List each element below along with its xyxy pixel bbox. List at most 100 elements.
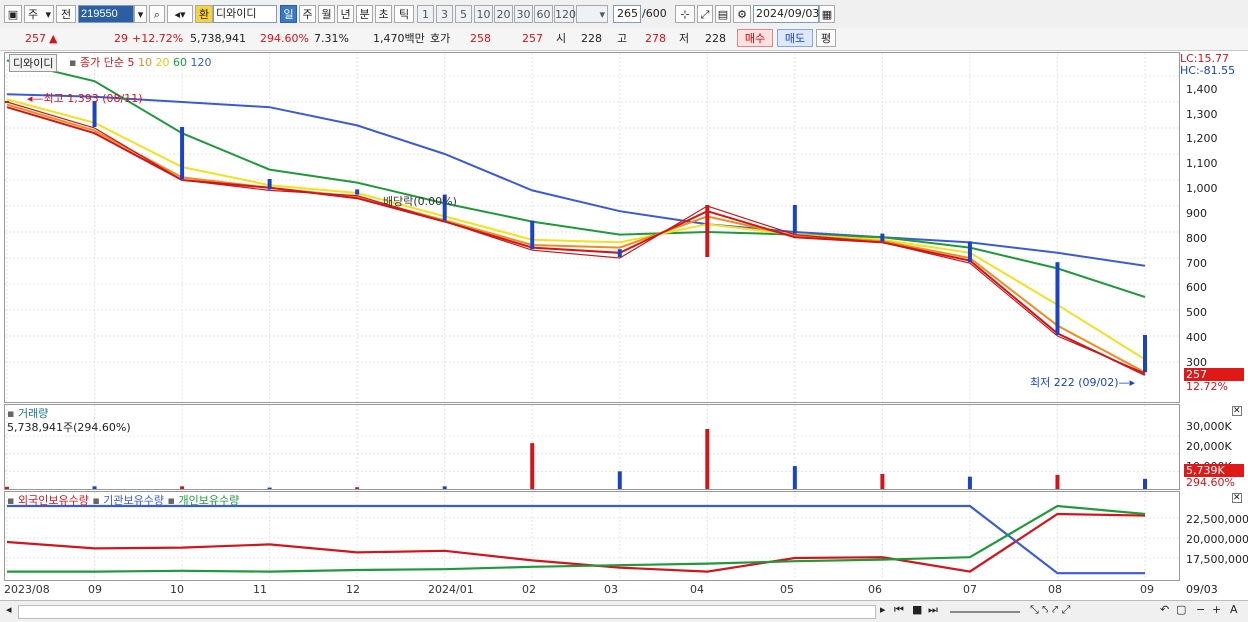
interval-1[interactable]: 1	[417, 5, 434, 23]
x-tick: 05	[780, 583, 794, 596]
x-tick: 12	[346, 583, 360, 596]
arrow-left-icon: ◂—	[27, 92, 44, 105]
ma-5-label: 5	[127, 56, 135, 69]
window-menu-icon[interactable]: ▣	[4, 5, 22, 23]
institution-holdings-label: 기관보유수량	[103, 494, 165, 507]
scroll-right-icon[interactable]: ▸	[880, 603, 886, 616]
period-minute[interactable]: 분	[356, 5, 373, 23]
high-price: 278	[645, 32, 666, 45]
market-select[interactable]: 주 ▾	[24, 5, 54, 23]
price-chart[interactable]	[5, 53, 1179, 402]
series-10	[6, 103, 1146, 374]
stock-name-field[interactable]: 디와이디	[213, 5, 277, 23]
volume-chart[interactable]	[5, 405, 1179, 489]
current-pct-tag: 12.72%	[1186, 380, 1228, 393]
chevron-down-icon[interactable]: ▾	[134, 5, 147, 23]
y-tick: 400	[1186, 331, 1207, 344]
candle	[705, 205, 710, 257]
y-tick: 30,000K	[1186, 420, 1232, 433]
scroll-left-icon[interactable]: ◂	[6, 603, 12, 616]
x-date-tag: 09/03	[1186, 583, 1218, 596]
draw-line-icon[interactable]: ⤢	[697, 5, 713, 23]
volume-bar	[1055, 474, 1060, 489]
rewind-icon[interactable]: ⏮	[894, 603, 904, 617]
y-tick: 1,400	[1186, 83, 1218, 96]
interval-20[interactable]: 20	[494, 5, 513, 23]
stop-icon[interactable]: ■	[912, 603, 922, 616]
interval-3[interactable]: 3	[436, 5, 453, 23]
volume: 5,738,941	[190, 32, 246, 45]
buy-button[interactable]: 매수	[737, 29, 773, 47]
volume-bar	[5, 486, 9, 489]
current-price: 257	[25, 32, 46, 45]
panel-close-icon[interactable]: ✕	[1232, 406, 1242, 416]
candle	[530, 220, 535, 250]
panel-close-icon[interactable]: ✕	[1232, 493, 1242, 503]
gear-icon[interactable]: ⚙	[733, 5, 751, 23]
date-input[interactable]: 2024/09/03	[753, 5, 819, 23]
speaker-icon[interactable]: ◂▾	[167, 5, 193, 23]
window-icon[interactable]: ▢	[1176, 603, 1186, 616]
volume-ratio: 294.60%	[260, 32, 309, 45]
price-change: 29	[114, 32, 128, 45]
y-tick: 20,000,000	[1186, 533, 1248, 546]
zoom-out-icon[interactable]: −	[1196, 603, 1205, 616]
save-icon[interactable]: ▤	[715, 5, 731, 23]
zoom-in-icon[interactable]: +	[1212, 603, 1221, 616]
volume-bar	[355, 487, 360, 489]
period-second[interactable]: 초	[375, 5, 392, 23]
sell-button[interactable]: 매도	[777, 29, 813, 47]
stock-code-input[interactable]	[78, 5, 134, 23]
x-tick: 11	[253, 583, 267, 596]
y-tick: 600	[1186, 281, 1207, 294]
price-y-axis: LC:15.77 HC:-81.55 1,400 1,300 1,200 1,1…	[1180, 52, 1248, 403]
volume-bar	[442, 486, 447, 489]
arrow-right-icon: —▸	[1118, 376, 1136, 389]
low-label: 저	[679, 32, 690, 45]
period-week[interactable]: 주	[299, 5, 316, 23]
interval-60[interactable]: 60	[534, 5, 553, 23]
ma-60-label: 60	[172, 56, 187, 69]
series-종가	[6, 101, 1146, 374]
period-tick[interactable]: 틱	[394, 5, 414, 23]
count-input[interactable]: 265	[613, 5, 641, 23]
evaluation-button[interactable]: 평	[816, 29, 836, 47]
interval-120[interactable]: 120	[554, 5, 576, 23]
volume-panel[interactable]: ▪ 거래량 5,738,941주(294.60%)	[4, 404, 1180, 490]
ma-120-label: 120	[190, 56, 212, 69]
zoom-slider[interactable]	[950, 611, 1020, 613]
ma-label: 종가 단순	[79, 56, 124, 69]
interval-30[interactable]: 30	[514, 5, 533, 23]
y-tick: 22,500,000	[1186, 513, 1248, 526]
interval-5[interactable]: 5	[455, 5, 472, 23]
x-tick: 09	[88, 583, 102, 596]
volume-bar	[967, 476, 972, 489]
custom-interval-select[interactable]: ▾	[576, 5, 608, 23]
font-size-icon[interactable]: A	[1230, 603, 1238, 616]
search-icon[interactable]: ⌕	[149, 5, 165, 23]
period-day[interactable]: 일	[280, 5, 297, 23]
candle	[180, 127, 185, 179]
price-chart-panel[interactable]: 디와이디 ▪ 종가 단순 5 10 20 60 120 ◂—최고 1,393 (…	[4, 52, 1180, 403]
calendar-icon[interactable]: ▦	[819, 5, 835, 23]
toolbar: ▣ 주▾ 전 ▾ ⌕ ◂▾ 환 디와이디 일 주 월 년 분 초 틱 1 3 5…	[0, 0, 1248, 29]
candle	[967, 241, 972, 263]
currency-button[interactable]: 환	[195, 5, 213, 23]
ask-price: 257	[522, 32, 543, 45]
holdings-개인보유수량	[7, 504, 1146, 573]
prev-button[interactable]: 전	[56, 5, 76, 23]
holdings-panel[interactable]: ▪ 외국인보유수량 ▪ 기관보유수량 ▪ 개인보유수량	[4, 491, 1180, 581]
foreign-holdings-label: 외국인보유수량	[17, 494, 89, 507]
period-year[interactable]: 년	[337, 5, 354, 23]
volume-bar	[1143, 478, 1147, 489]
period-month[interactable]: 월	[318, 5, 335, 23]
crosshair-icon[interactable]: ⊹	[675, 5, 695, 23]
interval-10[interactable]: 10	[474, 5, 493, 23]
legend-marker-icon: ▪	[167, 494, 175, 507]
scrollbar-track[interactable]	[18, 605, 876, 619]
indicator-tools-icon[interactable]: ⤡ ⤣ ⤤ ⤢	[1030, 603, 1070, 617]
undo-icon[interactable]: ↶	[1160, 603, 1169, 616]
chevron-down-icon: ▾	[45, 8, 51, 21]
low-note: 최저 222 (09/02)—▸	[1030, 376, 1136, 389]
fast-forward-icon[interactable]: ⏭	[928, 603, 938, 617]
